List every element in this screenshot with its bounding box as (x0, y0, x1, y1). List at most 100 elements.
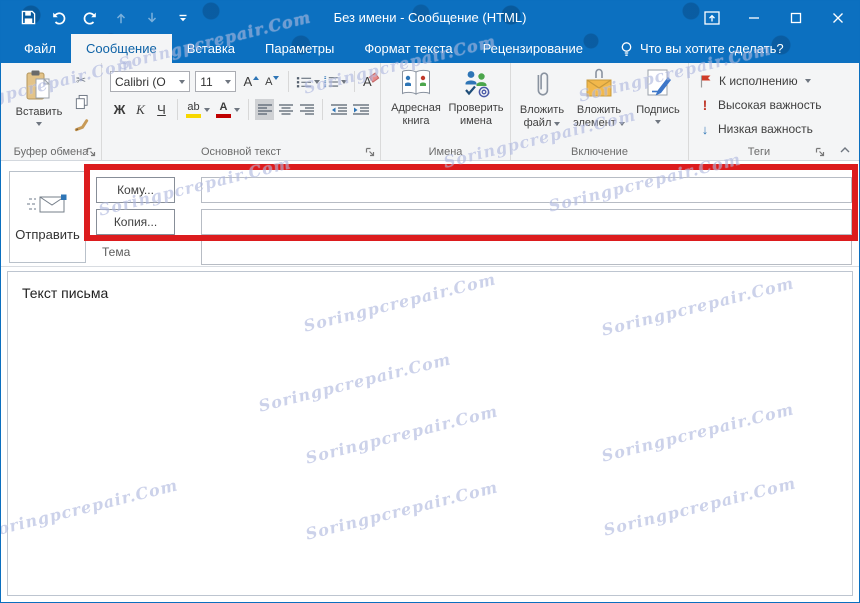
font-size-caret (224, 79, 231, 84)
ribbon-display-options-button[interactable] (691, 1, 733, 34)
to-button[interactable]: Кому... (96, 177, 175, 203)
attach-file-label-line1: Вложить (519, 104, 565, 116)
bullets-button[interactable] (295, 71, 321, 92)
attach-item-caret (618, 121, 625, 126)
cc-input[interactable] (201, 209, 852, 235)
address-book-button[interactable]: Адресная книга (386, 68, 446, 128)
send-button[interactable]: Отправить (9, 171, 86, 263)
tab-insert[interactable]: Вставка (172, 34, 250, 63)
cut-button[interactable]: ✂ (71, 71, 91, 89)
group-include: Вложить файл Вложить элемент Подпись Вкл… (511, 63, 689, 160)
to-input[interactable] (201, 177, 852, 203)
clipboard-dialog-launcher[interactable] (85, 146, 96, 157)
check-names-label-line1: Проверить (448, 102, 504, 114)
ribbon-display-icon (704, 10, 720, 25)
tab-file[interactable]: Файл (9, 34, 71, 63)
message-body-text: Текст письма (22, 285, 109, 301)
text-highlight-button[interactable]: ab (184, 99, 212, 120)
highlight-glyph: ab (187, 101, 200, 113)
group-tags: К исполнению ! Высокая важность ↓ Низкая… (689, 63, 859, 160)
follow-up-button[interactable]: К исполнению (689, 70, 859, 92)
check-names-label-line2: имена (459, 115, 493, 127)
quick-access-toolbar (1, 7, 194, 29)
attach-file-label-line2: файл (523, 117, 552, 129)
address-book-icon (400, 68, 432, 98)
font-color-button[interactable]: А (214, 99, 242, 120)
format-painter-button[interactable] (71, 115, 91, 133)
grow-font-button[interactable]: A (242, 71, 261, 92)
separator (248, 99, 249, 120)
shrink-font-button[interactable]: A (263, 71, 282, 92)
font-color-caret (234, 107, 240, 112)
message-body-editor[interactable]: Текст письма (7, 271, 853, 596)
tab-options[interactable]: Параметры (250, 34, 349, 63)
check-names-button[interactable]: Проверить имена (445, 68, 507, 128)
font-size-value: 11 (200, 74, 213, 89)
basic-text-dialog-launcher[interactable] (364, 146, 375, 157)
high-importance-button[interactable]: ! Высокая важность (689, 94, 859, 116)
increase-indent-button[interactable] (351, 99, 371, 120)
scissors-icon: ✂ (75, 73, 87, 87)
attach-file-caret (554, 121, 561, 126)
underline-button[interactable]: Ч (152, 99, 171, 120)
copy-button[interactable] (71, 93, 91, 111)
customize-qat-button[interactable] (172, 7, 194, 29)
tab-format-text[interactable]: Формат текста (349, 34, 467, 63)
signature-caret (655, 120, 661, 124)
paste-button[interactable]: Вставить (11, 69, 67, 126)
check-names-icon (460, 68, 492, 98)
tags-group-label: Теги (747, 146, 771, 158)
subject-input[interactable] (201, 240, 852, 265)
tab-review[interactable]: Рецензирование (468, 34, 598, 63)
attach-item-button[interactable]: Вложить элемент (569, 68, 629, 130)
follow-up-caret (804, 79, 811, 83)
move-up-button[interactable] (110, 7, 132, 29)
numbering-button[interactable] (322, 71, 348, 92)
undo-button[interactable] (48, 7, 70, 29)
attach-file-button[interactable]: Вложить файл (515, 68, 569, 130)
align-right-icon (299, 103, 314, 116)
redo-button[interactable] (79, 7, 101, 29)
send-label: Отправить (15, 226, 80, 242)
collapse-ribbon-button[interactable] (837, 142, 853, 156)
close-button[interactable] (817, 1, 859, 34)
shrink-font-glyph: A (265, 75, 273, 88)
subject-label: Тема (102, 245, 131, 259)
outlook-message-window: Без имени - Сообщение (HTML) Файл Сообще… (0, 0, 860, 603)
signature-button[interactable]: Подпись (631, 68, 685, 124)
basic-text-group-label: Основной текст (201, 146, 281, 158)
tell-me-label: Что вы хотите сделать? (639, 41, 784, 56)
paperclip-icon (533, 68, 551, 100)
format-painter-icon (74, 117, 89, 132)
bold-button[interactable]: Ж (110, 99, 129, 120)
align-right-button[interactable] (297, 99, 316, 120)
font-name-combobox[interactable]: Calibri (О (110, 71, 191, 92)
tags-dialog-launcher[interactable] (814, 146, 825, 157)
follow-up-label: К исполнению (719, 74, 798, 88)
attach-item-label-line2: элемент (573, 117, 616, 129)
font-size-combobox[interactable]: 11 (195, 71, 236, 92)
maximize-button[interactable] (775, 1, 817, 34)
clear-formatting-button[interactable]: A (361, 71, 380, 92)
decrease-indent-button[interactable] (329, 99, 349, 120)
highlight-caret (204, 107, 210, 112)
save-button[interactable] (17, 7, 39, 29)
minimize-button[interactable] (733, 1, 775, 34)
message-header: Отправить Кому... Копия... Тема (1, 161, 859, 267)
move-down-button[interactable] (141, 7, 163, 29)
group-names: Адресная книга Проверить имена Имена (381, 63, 511, 160)
arrow-up-icon (114, 11, 128, 25)
tell-me-box[interactable]: Что вы хотите сделать? (620, 34, 784, 63)
align-center-button[interactable] (276, 99, 295, 120)
copy-icon (74, 94, 89, 110)
italic-button[interactable]: К (131, 99, 150, 120)
align-center-icon (278, 103, 293, 116)
low-importance-button[interactable]: ↓ Низкая важность (689, 118, 859, 140)
align-left-button[interactable] (255, 99, 274, 120)
tab-message[interactable]: Сообщение (70, 34, 172, 63)
shrink-font-arrow-icon (273, 75, 280, 80)
signature-icon (644, 68, 672, 100)
cc-button[interactable]: Копия... (96, 209, 175, 235)
window-controls (691, 1, 859, 34)
send-envelope-icon (26, 193, 69, 215)
